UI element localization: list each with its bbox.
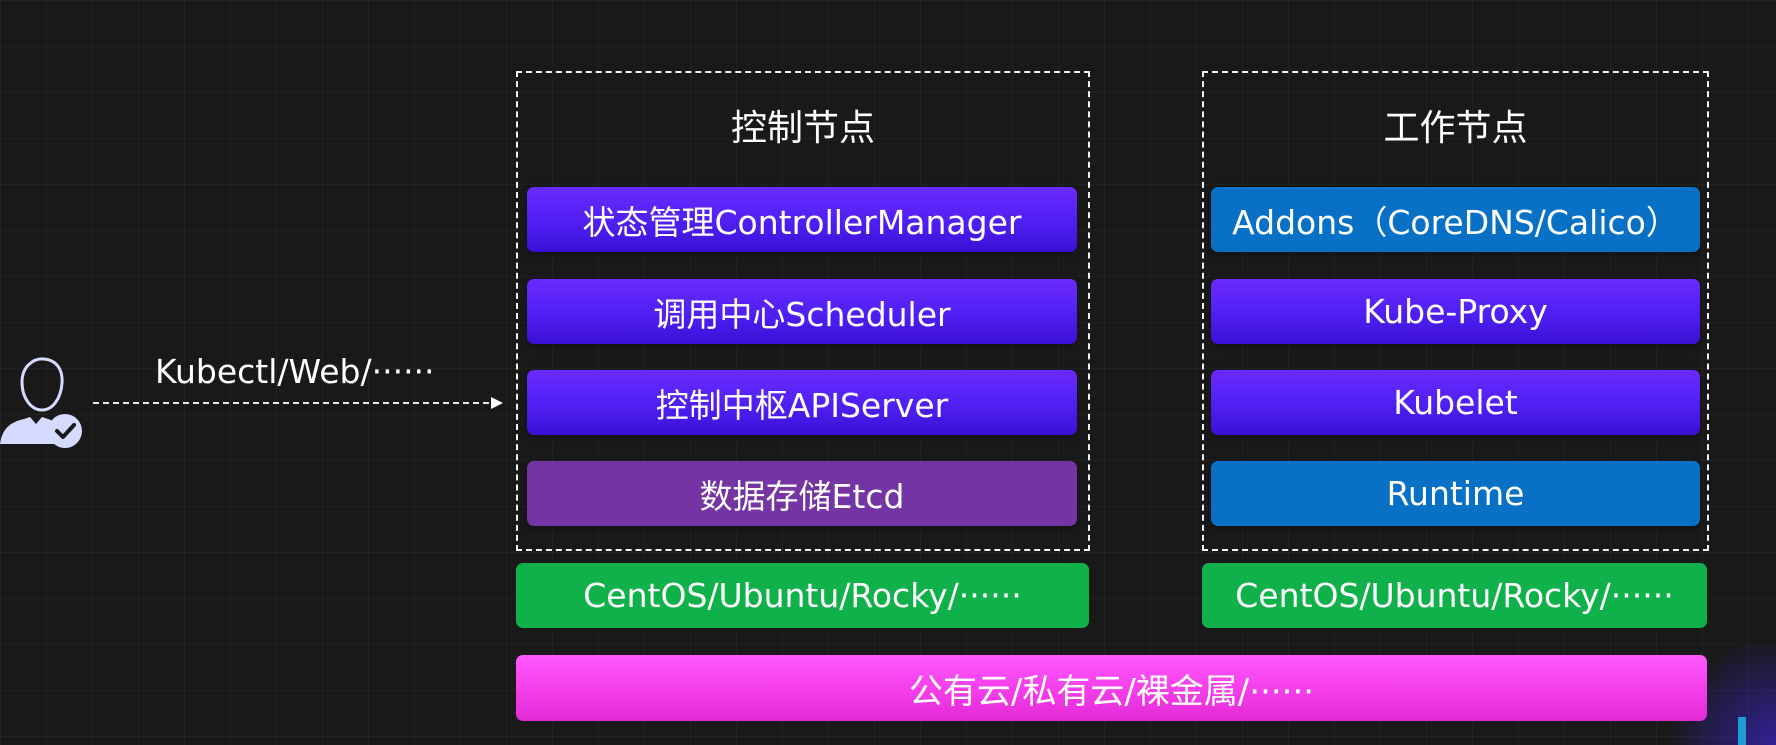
- control-node-title: 控制节点: [730, 108, 875, 149]
- control-node-box: 控制节点 状态管理ControllerManager 调用中心Scheduler…: [516, 71, 1090, 551]
- corner-accent: [1738, 717, 1746, 745]
- worker-component-kube-proxy: Kube-Proxy: [1211, 279, 1700, 344]
- control-component-apiserver: 控制中枢APIServer: [527, 370, 1077, 435]
- worker-component-runtime: Runtime: [1211, 461, 1700, 526]
- worker-component-addons: Addons（CoreDNS/Calico）: [1211, 187, 1700, 252]
- worker-component-kubelet: Kubelet: [1211, 370, 1700, 435]
- client-label: Kubectl/Web/······: [155, 352, 435, 391]
- worker-os-bar: CentOS/Ubuntu/Rocky/······: [1202, 563, 1707, 628]
- worker-node-box: 工作节点 Addons（CoreDNS/Calico） Kube-Proxy K…: [1202, 71, 1709, 551]
- control-component-etcd: 数据存储Etcd: [527, 461, 1077, 526]
- worker-node-title: 工作节点: [1383, 108, 1528, 149]
- client-arrow: [93, 397, 503, 409]
- user-check-icon: [0, 352, 88, 448]
- control-component-scheduler: 调用中心Scheduler: [527, 279, 1077, 344]
- infrastructure-bar: 公有云/私有云/裸金属/······: [516, 655, 1707, 721]
- control-component-controller-manager: 状态管理ControllerManager: [527, 187, 1077, 252]
- control-os-bar: CentOS/Ubuntu/Rocky/······: [516, 563, 1089, 628]
